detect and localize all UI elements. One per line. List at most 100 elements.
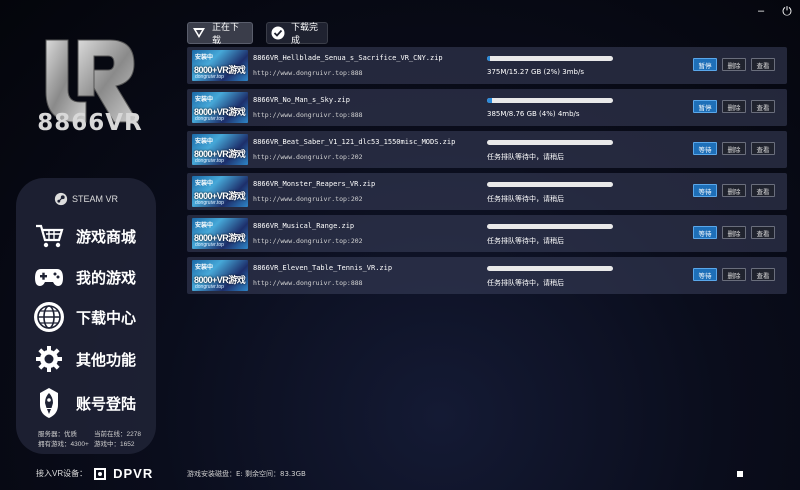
game-thumbnail: 安装中 8000+VR游戏 dongruivr.top [192,260,248,291]
playing-count: 游戏中：1652 [94,441,135,448]
thumbnail-text-1: 安装中 [195,265,214,271]
progress-bar [487,182,613,187]
thumbnail-text-3: dongruivr.top [195,200,224,206]
tab-label: 下载完成 [291,22,319,45]
minimize-button[interactable]: – [754,4,768,18]
view-button[interactable]: 查看 [751,58,775,71]
row-actions: 等待 删除 查看 [693,184,775,197]
rocket-icon [32,387,66,419]
file-name: 8866VR_Beat_Saber_V1_121_dlc53_1550misc_… [253,138,456,146]
sidebar-item-other[interactable]: 其他功能 [32,343,136,375]
file-name: 8866VR_Eleven_Table_Tennis_VR.zip [253,264,393,272]
thumbnail-text-3: dongruivr.top [195,116,224,122]
wait-button[interactable]: 等待 [693,184,717,197]
progress-fill [487,98,493,103]
thumbnail-text-1: 安装中 [195,181,214,187]
thumbnail-text-3: dongruivr.top [195,284,224,290]
tab-label: 正在下载 [212,22,240,45]
game-thumbnail: 安装中 8000+VR游戏 dongruivr.top [192,92,248,123]
delete-button[interactable]: 删除 [722,226,746,239]
file-name: 8866VR_Monster_Reapers_VR.zip [253,180,376,188]
game-thumbnail: 安装中 8000+VR游戏 dongruivr.top [192,218,248,249]
download-row: 安装中 8000+VR游戏 dongruivr.top 8866VR_Monst… [187,173,787,210]
sidebar-item-downloads[interactable]: 下载中心 [32,301,136,333]
download-row: 安装中 8000+VR游戏 dongruivr.top 8866VR_Hellb… [187,47,787,84]
download-status: 任务排队等待中，请稍后 [487,195,564,203]
tab-completed[interactable]: 下载完成 [266,22,328,45]
sidebar-item-store[interactable]: 游戏商城 [32,220,136,252]
delete-button[interactable]: 删除 [722,100,746,113]
sidebar-item-label: 游戏商城 [76,228,137,246]
file-url: http://www.dongruivr.top:202 [253,237,363,245]
thumbnail-text-3: dongruivr.top [195,74,224,80]
vr-device: 接入VR设备： DPVR [36,466,153,481]
window-controls: – ⏻ [754,4,794,18]
steam-icon [54,192,68,206]
view-button[interactable]: 查看 [751,184,775,197]
wait-button[interactable]: 等待 [693,226,717,239]
delete-button[interactable]: 删除 [722,268,746,281]
row-actions: 暂停 删除 查看 [693,100,775,113]
power-button[interactable]: ⏻ [780,4,794,18]
progress-bar [487,98,613,103]
thumbnail-text-3: dongruivr.top [195,242,224,248]
download-status: 375M/15.27 GB (2%) 3mb/s [487,68,584,76]
globe-icon [32,301,66,333]
wait-button[interactable]: 等待 [693,268,717,281]
download-status: 任务排队等待中，请稍后 [487,153,564,161]
tab-downloading[interactable]: 正在下载 [187,22,253,45]
delete-button[interactable]: 删除 [722,142,746,155]
progress-bar [487,56,613,61]
sidebar: STEAM VR 游戏商城 我的游戏 下载中心 其他功能 账号登陆 服务器：优质… [16,178,156,454]
view-button[interactable]: 查看 [751,142,775,155]
gear-icon [32,343,66,375]
thumbnail-text-1: 安装中 [195,139,214,145]
sidebar-item-my-games[interactable]: 我的游戏 [32,261,136,293]
progress-bar [487,140,613,145]
view-button[interactable]: 查看 [751,226,775,239]
thumbnail-text-1: 安装中 [195,223,214,229]
sidebar-item-label: 账号登陆 [76,395,137,413]
file-name: 8866VR_Hellblade_Senua_s_Sacrifice_VR_CN… [253,54,443,62]
delete-button[interactable]: 删除 [722,184,746,197]
file-url: http://www.dongruivr.top:202 [253,195,363,203]
view-button[interactable]: 查看 [751,268,775,281]
pause-button[interactable]: 暂停 [693,58,717,71]
download-arrow-icon [192,26,206,40]
online-count: 当前在线：2278 [94,431,141,438]
row-actions: 等待 删除 查看 [693,226,775,239]
logo-text: 8866VR [37,110,143,136]
row-actions: 等待 删除 查看 [693,268,775,281]
download-row: 安装中 8000+VR游戏 dongruivr.top 8866VR_Music… [187,215,787,252]
game-thumbnail: 安装中 8000+VR游戏 dongruivr.top [192,50,248,81]
progress-fill [487,56,490,61]
progress-bar [487,224,613,229]
pause-button[interactable]: 暂停 [693,100,717,113]
download-row: 安装中 8000+VR游戏 dongruivr.top 8866VR_No_Ma… [187,89,787,126]
file-url: http://www.dongruivr.top:888 [253,111,363,119]
steamvr-text: STEAM VR [71,194,118,204]
dpvr-logo-icon [94,467,107,480]
sidebar-item-label: 下载中心 [76,309,137,327]
download-status: 任务排队等待中，请稍后 [487,237,564,245]
file-url: http://www.dongruivr.top:888 [253,69,363,77]
gamepad-icon [32,261,66,293]
disk-info: 游戏安装磁盘：E: 剩余空间：83.3GB [187,470,306,478]
check-circle-icon [271,26,285,40]
download-row: 安装中 8000+VR游戏 dongruivr.top 8866VR_Beat_… [187,131,787,168]
row-actions: 暂停 删除 查看 [693,58,775,71]
games-owned: 拥有游戏：4300+ [38,441,89,448]
wait-button[interactable]: 等待 [693,142,717,155]
game-thumbnail: 安装中 8000+VR游戏 dongruivr.top [192,176,248,207]
delete-button[interactable]: 删除 [722,58,746,71]
file-url: http://www.dongruivr.top:888 [253,279,363,287]
progress-bar [487,266,613,271]
download-list: 安装中 8000+VR游戏 dongruivr.top 8866VR_Hellb… [187,47,787,299]
file-name: 8866VR_Musical_Range.zip [253,222,355,230]
server-status: 服务器：优质 [38,431,77,438]
sidebar-item-login[interactable]: 账号登陆 [32,387,136,419]
view-button[interactable]: 查看 [751,100,775,113]
cart-icon [32,220,66,252]
status-indicator [737,471,743,477]
thumbnail-text-1: 安装中 [195,97,214,103]
